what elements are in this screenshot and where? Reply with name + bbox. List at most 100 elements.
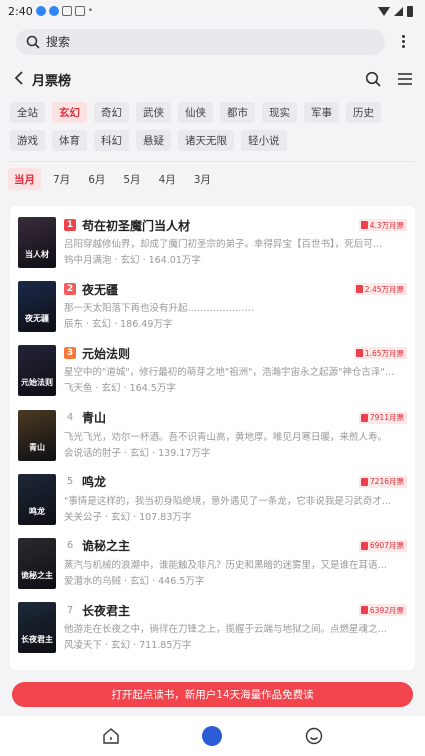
ticket-count: 6907月票 (369, 541, 404, 551)
month-tabs: 当月 7月 6月 5月 4月 3月 (0, 168, 425, 190)
signal-icon (394, 6, 403, 16)
book-meta: 会说话的肘子 · 玄幻 · 139.17万字 (64, 447, 211, 459)
category-tag[interactable]: 轻小说 (241, 130, 287, 151)
cover-title: 夜无疆 (25, 313, 49, 324)
more-notifications-icon: • (87, 6, 94, 16)
category-tag[interactable]: 军事 (304, 102, 339, 123)
ticket-icon (360, 413, 368, 422)
book-description: 他游走在长夜之中，徜徉在刀锋之上，揽握于云端与地狱之间。点燃星魂之… (64, 624, 388, 636)
category-tag[interactable]: 历史 (346, 102, 381, 123)
rank-badge: 3 (64, 347, 76, 360)
notification-icon (74, 6, 85, 16)
book-cover: 长夜君主 (18, 602, 56, 654)
book-info: 5 鸣龙 7216月票 "事情是这样的，我当初身陷绝境，意外遇见了一条龙，它非说我是习… (64, 469, 415, 533)
category-tag[interactable]: 奇幻 (94, 102, 129, 123)
search-row: 搜索 (0, 22, 425, 56)
cover-title: 长夜君主 (21, 634, 53, 645)
rank-badge: 7 (66, 604, 74, 616)
list-item[interactable]: 元始法则 3 元始法则 1.65万月票 星空中的"道城"，修行最初的萌芽之地"祖洲"，浩… (18, 340, 415, 404)
rank-badge: 5 (66, 476, 74, 488)
list-item[interactable]: 长夜君主 7 长夜君主 6392月票他游走在长夜之中，徜徉在刀锋之上，揽握于云端与地狱… (18, 597, 415, 661)
ticket-icon (360, 221, 368, 229)
book-title: 长夜君主 (82, 603, 131, 618)
profile-icon[interactable] (300, 722, 328, 750)
category-tag[interactable]: 游戏 (10, 130, 45, 151)
menu-icon[interactable] (397, 72, 413, 86)
month-tab[interactable]: 5月 (117, 168, 146, 190)
book-title: 诡秘之主 (82, 539, 131, 554)
ticket-badge: 6907月票 (358, 539, 407, 552)
ticket-badge: 6392月票 (358, 604, 407, 617)
category-tag[interactable]: 武侠 (136, 102, 171, 123)
book-meta: 关关公子 · 玄幻 · 107.83万字 (64, 511, 192, 523)
category-tag[interactable]: 现实 (262, 102, 297, 123)
book-cover: 青山 (18, 409, 56, 461)
category-tag[interactable]: 科幻 (94, 130, 129, 151)
search-icon[interactable] (365, 71, 381, 87)
category-tags: 全站 玄幻 奇幻 武侠 仙侠 都市 现实 军事 历史游戏 体育 科幻 悬疑 诸天无限 轻小说 (0, 102, 425, 151)
book-meta: 辰东 · 玄幻 · 186.49万字 (64, 319, 173, 331)
ticket-count: 4.3万月票 (369, 220, 404, 230)
book-meta: 风凌天下 · 玄幻 · 711.85万字 (64, 640, 192, 652)
book-cover: 当人材 (18, 217, 56, 268)
book-description: 那一天太阳落下再也没有升起………………… (64, 303, 255, 315)
month-tab[interactable]: 6月 (82, 168, 111, 190)
category-tag[interactable]: 体育 (52, 130, 87, 151)
book-info: 6 诡秘之主 6907月票 蒸汽与机械的浪潮中，谁能触及非凡？历史和黑暗的迷雾里，又是… (64, 533, 415, 597)
ticket-count: 2.45万月票 (364, 284, 404, 294)
rank-badge: 1 (64, 219, 76, 231)
ticket-badge: 4.3万月票 (358, 219, 407, 231)
discover-icon[interactable] (198, 722, 226, 750)
list-item[interactable]: 青山 4 青山 7911月票飞光飞光，劝尔一杯酒。吾不识青山高，黄地厚。唯见月寒日暖，… (18, 405, 415, 469)
home-icon[interactable] (97, 722, 125, 750)
status-time: 2:40 (8, 4, 33, 18)
category-tag[interactable]: 仙侠 (178, 102, 213, 123)
list-item[interactable]: 诡秘之主 6 诡秘之主 6907月票 蒸汽与机械的浪潮中，谁能触及非凡？历史和黑暗的迷雾… (18, 533, 415, 597)
ticket-icon (355, 349, 363, 358)
book-title: 青山 (82, 411, 107, 426)
book-title: 鸣龙 (82, 475, 107, 490)
category-tag[interactable]: 全站 (10, 102, 45, 123)
status-bar: 2:40 • (0, 0, 425, 22)
book-cover: 夜无疆 (18, 281, 56, 333)
ticket-count: 7216月票 (369, 477, 404, 487)
book-title: 苟在初圣魔门当人材 (82, 218, 191, 233)
notification-icon (48, 6, 59, 16)
ticket-badge: 2.45万月票 (353, 283, 407, 296)
book-cover: 诡秘之主 (18, 537, 56, 589)
list-item[interactable]: 当人材 1 苟在初圣魔门当人材 4.3万月票吕阳穿越修仙界，却成了魔门初圣宗的弟子。幸… (18, 212, 415, 276)
category-tag[interactable]: 都市 (220, 102, 255, 123)
search-placeholder: 搜索 (46, 35, 71, 49)
category-tag[interactable]: 玄幻 (52, 102, 87, 123)
cover-title: 鸣龙 (29, 505, 45, 516)
more-options-icon[interactable] (391, 35, 415, 48)
notification-icon (61, 6, 72, 16)
month-tab[interactable]: 4月 (153, 168, 182, 190)
book-meta: 钨中月满泡 · 玄幻 · 164.01万字 (64, 255, 201, 266)
search-input[interactable]: 搜索 (16, 28, 385, 55)
rank-badge: 2 (64, 283, 76, 296)
book-info: 1 苟在初圣魔门当人材 4.3万月票吕阳穿越修仙界，却成了魔门初圣宗的弟子。幸得异宝… (64, 212, 415, 276)
category-tag[interactable]: 悬疑 (136, 130, 171, 151)
book-description: "事情是这样的，我当初身陷绝境，意外遇见了一条龙，它非说我是习武奇才… (64, 495, 392, 507)
list-item[interactable]: 鸣龙 5 鸣龙 7216月票 "事情是这样的，我当初身陷绝境，意外遇见了一条龙，它非说我… (18, 469, 415, 533)
category-tag[interactable]: 诸天无限 (178, 130, 234, 151)
ticket-count: 7911月票 (369, 413, 404, 423)
book-description: 飞光飞光，劝尔一杯酒。吾不识青山高，黄地厚。唯见月寒日暖，来煎人寿。 (64, 431, 388, 443)
month-tab[interactable]: 7月 (47, 168, 76, 190)
back-icon[interactable] (14, 70, 24, 89)
ticket-badge: 7911月票 (358, 411, 407, 424)
book-description: 吕阳穿越修仙界，却成了魔门初圣宗的弟子。幸得异宝【百世书】，死后可… (64, 239, 383, 250)
month-tab[interactable]: 当月 (8, 168, 41, 190)
open-app-button[interactable]: 打开起点读书，新用户14天海量作品免费读 (12, 682, 413, 707)
header: 月票榜 (0, 56, 425, 102)
list-item[interactable]: 夜无疆 2 夜无疆 2.45万月票 那一天太阳落下再也没有升起………………… 辰东 · 玄… (18, 276, 415, 340)
book-cover: 鸣龙 (18, 473, 56, 525)
rank-badge: 4 (66, 412, 74, 424)
book-meta: 飞天鱼 · 玄幻 · 164.5万字 (64, 383, 176, 395)
ticket-count: 6392月票 (369, 605, 404, 615)
bottom-nav (0, 716, 425, 756)
notification-icon (35, 6, 46, 16)
month-tab[interactable]: 3月 (188, 168, 217, 190)
ticket-count: 1.65万月票 (364, 348, 404, 358)
